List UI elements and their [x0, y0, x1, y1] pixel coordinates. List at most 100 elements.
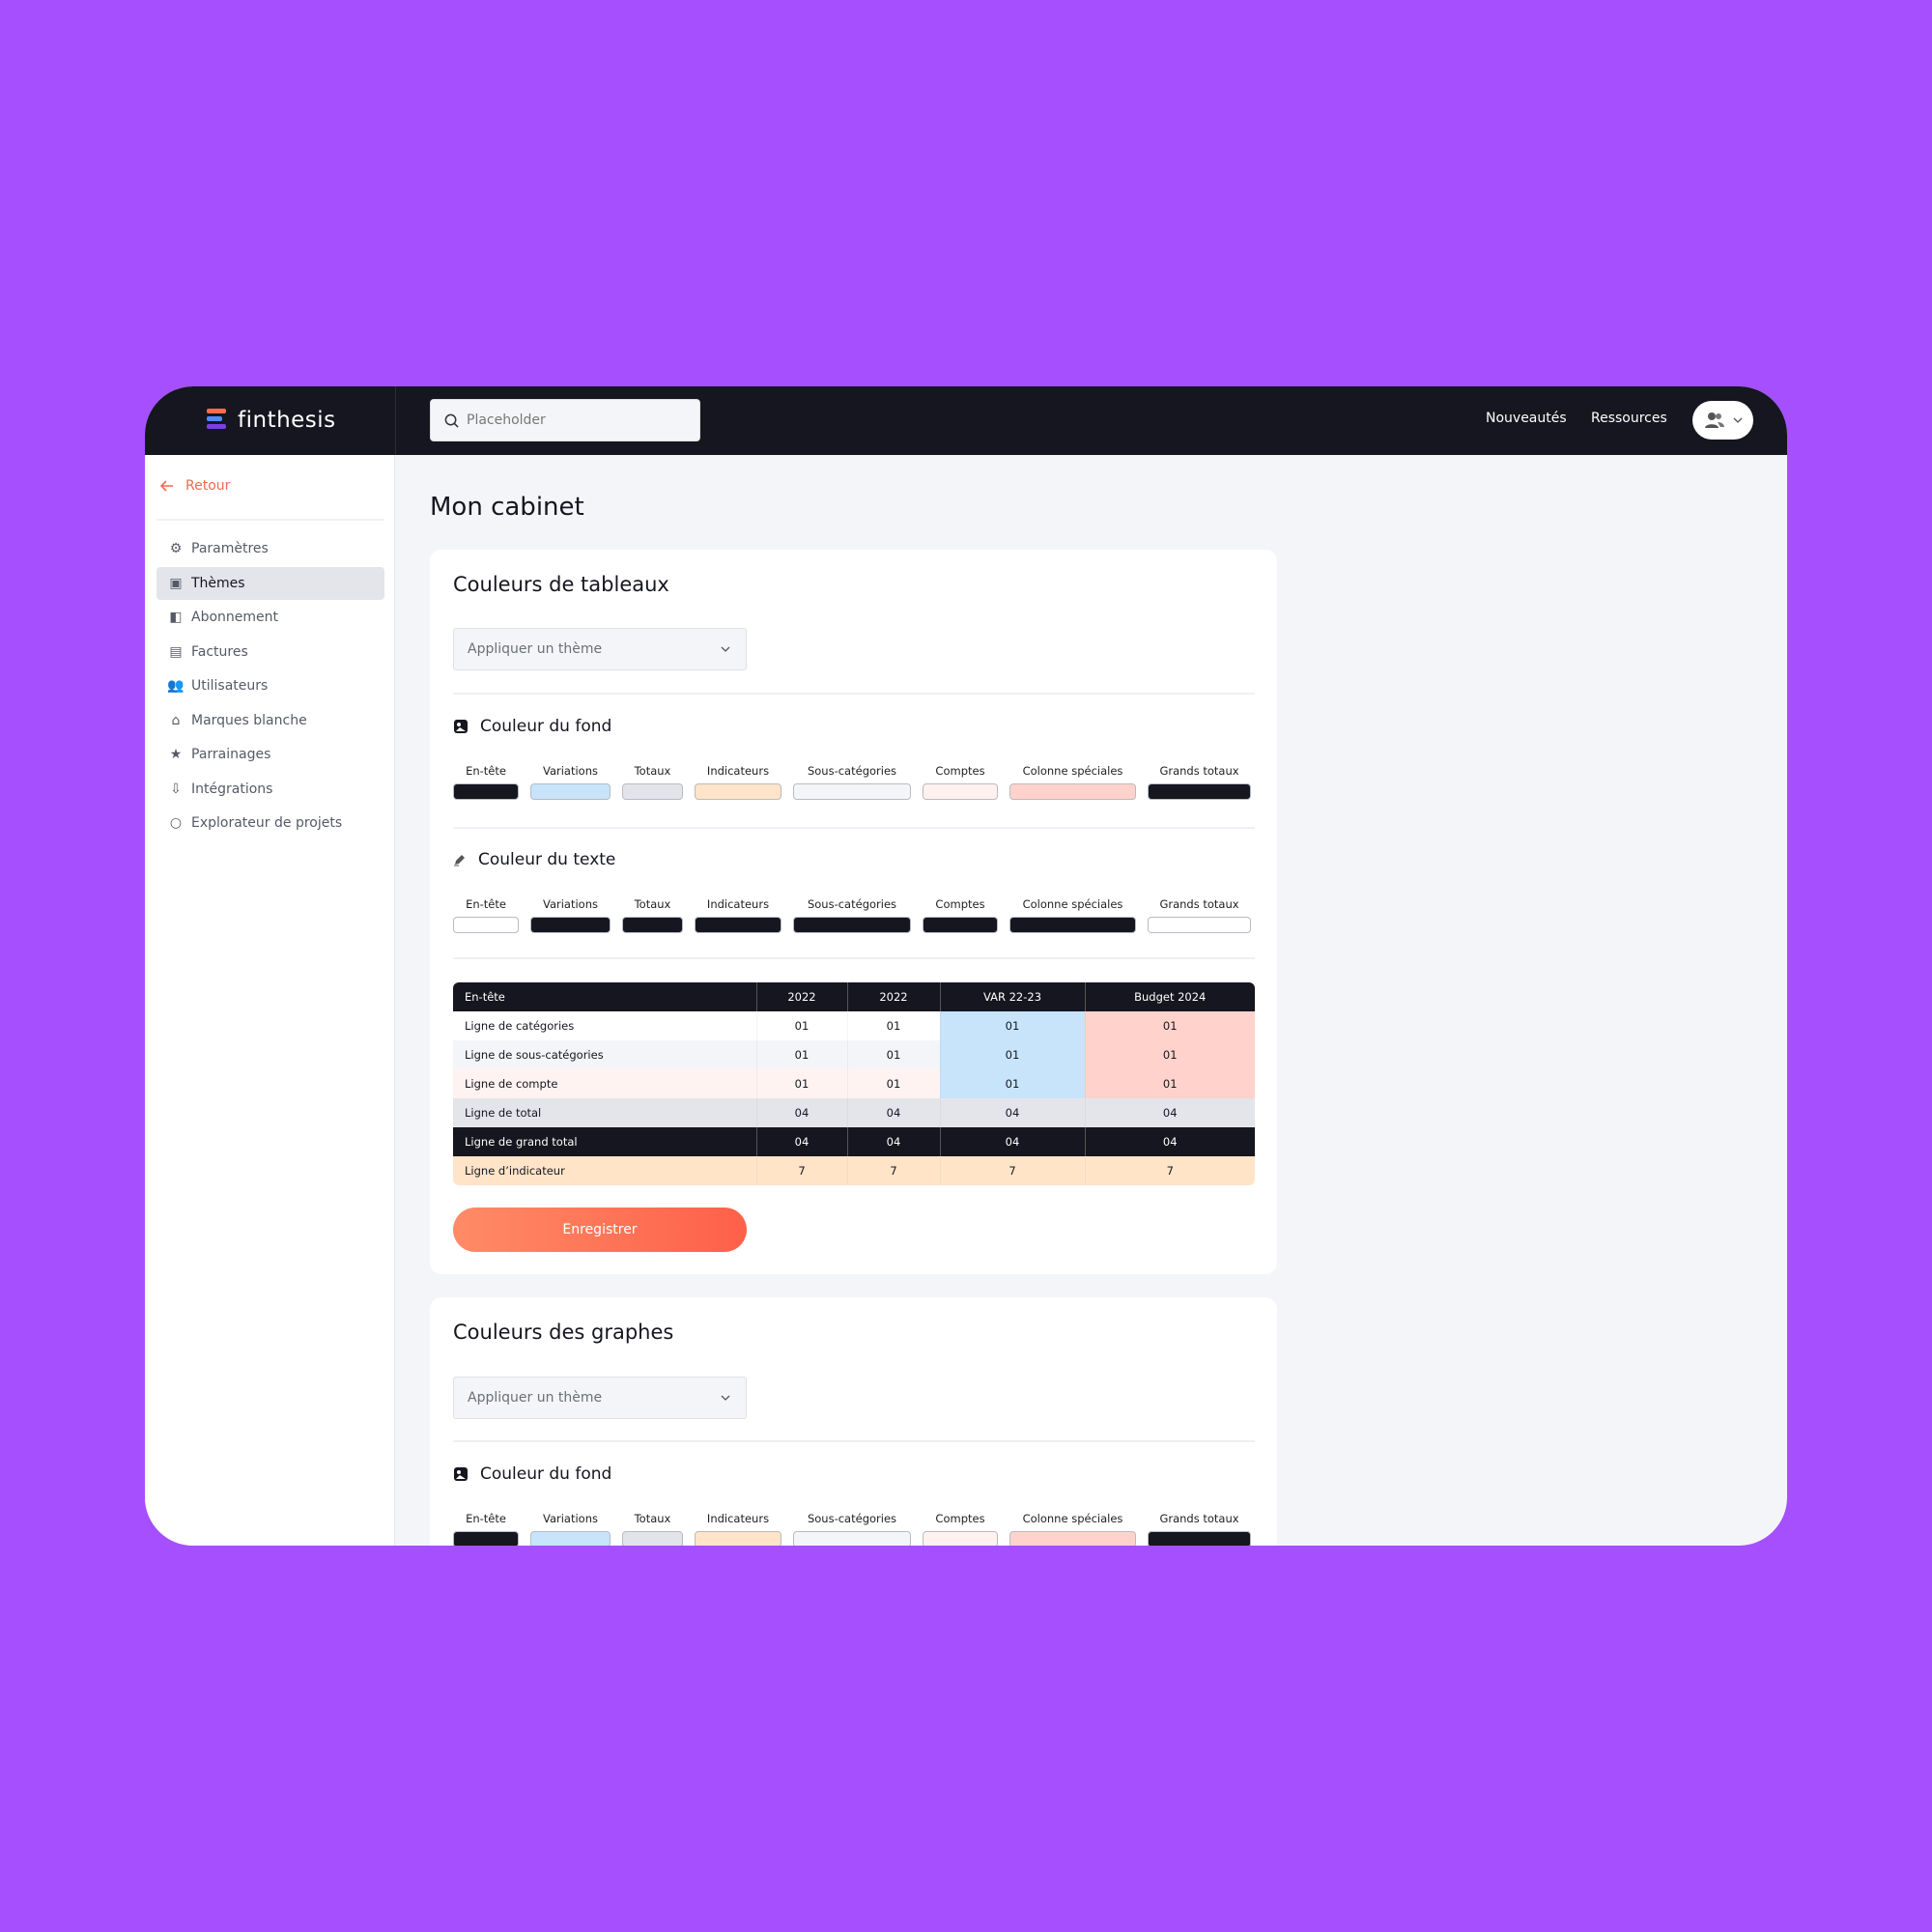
swatch-label: Indicateurs: [706, 764, 770, 778]
swatch-color[interactable]: [923, 917, 998, 933]
color-swatch[interactable]: Colonne spéciales: [1009, 897, 1136, 933]
save-button[interactable]: Enregistrer: [453, 1208, 747, 1252]
dropdown-value: Appliquer un thème: [468, 641, 603, 657]
table-row: Ligne de compte 01 01 01 01: [453, 1069, 1255, 1098]
table-cell: 01: [1084, 1069, 1255, 1098]
swatch-color[interactable]: [1148, 1531, 1251, 1546]
download-icon: ⇩: [170, 781, 182, 797]
sidebar-item-parrainages[interactable]: ★ Parrainages: [156, 738, 384, 771]
back-link[interactable]: Retour: [160, 478, 230, 494]
logo-icon: [207, 409, 228, 432]
swatch-label: Colonne spéciales: [1022, 1512, 1123, 1525]
swatch-color[interactable]: [923, 1531, 998, 1546]
swatch-color[interactable]: [793, 1531, 911, 1546]
swatch-label: Sous-catégories: [807, 1512, 897, 1525]
sidebar-item-int-grations[interactable]: ⇩ Intégrations: [156, 773, 384, 806]
bg-color-heading: Couleur du fond: [453, 1464, 611, 1484]
color-swatch[interactable]: Variations: [530, 1512, 611, 1546]
swatch-label: Grands totaux: [1159, 1512, 1239, 1525]
sidebar-item-marques-blanche[interactable]: ⌂ Marques blanche: [156, 704, 384, 737]
table-cell: 01: [1084, 1040, 1255, 1069]
swatch-color[interactable]: [530, 783, 611, 800]
color-swatch[interactable]: Sous-catégories: [793, 764, 911, 800]
swatch-color[interactable]: [695, 1531, 781, 1546]
sidebar-item-label: Paramètres: [191, 541, 269, 556]
sidebar-item-label: Intégrations: [191, 781, 273, 797]
color-swatch[interactable]: Sous-catégories: [793, 897, 911, 933]
swatch-color[interactable]: [622, 917, 683, 933]
logo[interactable]: finthesis: [207, 408, 336, 433]
app-window: finthesis Nouveautés Ressources Retour ⚙…: [145, 386, 1787, 1546]
swatch-color[interactable]: [530, 917, 611, 933]
swatch-label: Colonne spéciales: [1022, 897, 1123, 911]
theme-dropdown[interactable]: Appliquer un thème: [453, 628, 747, 670]
color-swatch[interactable]: Totaux: [622, 897, 683, 933]
row-label: Ligne d’indicateur: [465, 1164, 565, 1178]
swatch-label: Sous-catégories: [807, 764, 897, 778]
sidebar-item-utilisateurs[interactable]: 👥 Utilisateurs: [156, 669, 384, 702]
table-cell: 04: [846, 1127, 940, 1156]
color-swatch[interactable]: Comptes: [923, 1512, 998, 1546]
swatch-label: Totaux: [634, 764, 671, 778]
color-swatch[interactable]: Grands totaux: [1148, 897, 1251, 933]
users-icon: 👥: [167, 678, 185, 694]
color-swatch[interactable]: Variations: [530, 897, 611, 933]
swatch-color[interactable]: [1009, 1531, 1136, 1546]
search-box[interactable]: [430, 399, 700, 441]
color-swatch[interactable]: Sous-catégories: [793, 1512, 911, 1546]
swatch-label: Totaux: [634, 1512, 671, 1525]
table-cell: 01: [846, 1011, 940, 1040]
swatch-color[interactable]: [793, 783, 911, 800]
swatch-color[interactable]: [923, 783, 998, 800]
color-swatch[interactable]: Indicateurs: [695, 1512, 781, 1546]
sidebar-item-factures[interactable]: ▤ Factures: [156, 636, 384, 668]
color-swatch[interactable]: En-tête: [453, 1512, 519, 1546]
color-swatch[interactable]: Totaux: [622, 764, 683, 800]
swatch-color[interactable]: [530, 1531, 611, 1546]
sidebar-item-explorateur-de-projets[interactable]: ○ Explorateur de projets: [156, 807, 384, 839]
swatch-color[interactable]: [793, 917, 911, 933]
search-input[interactable]: [467, 412, 689, 428]
swatch-color[interactable]: [622, 1531, 683, 1546]
color-swatch[interactable]: Indicateurs: [695, 897, 781, 933]
chevron-down-icon: [1733, 417, 1742, 423]
color-swatch[interactable]: Comptes: [923, 897, 998, 933]
bg-color-heading: Couleur du fond: [453, 717, 611, 736]
top-bar: finthesis Nouveautés Ressources: [145, 386, 1787, 455]
swatch-color[interactable]: [1009, 783, 1136, 800]
swatch-color[interactable]: [1148, 917, 1251, 933]
swatch-color[interactable]: [695, 783, 781, 800]
swatch-color[interactable]: [695, 917, 781, 933]
sidebar-item-label: Factures: [191, 643, 248, 660]
swatch-label: Grands totaux: [1159, 764, 1239, 778]
swatch-color[interactable]: [453, 783, 519, 800]
color-swatch[interactable]: Comptes: [923, 764, 998, 800]
swatch-color[interactable]: [1148, 783, 1251, 800]
color-swatch[interactable]: Variations: [530, 764, 611, 800]
color-swatch[interactable]: Totaux: [622, 1512, 683, 1546]
image-icon: [454, 1467, 468, 1481]
color-swatch[interactable]: Grands totaux: [1148, 764, 1251, 800]
sidebar-item-param-tres[interactable]: ⚙ Paramètres: [156, 532, 384, 565]
sidebar-item-label: Marques blanche: [191, 712, 307, 728]
color-swatch[interactable]: Indicateurs: [695, 764, 781, 800]
sidebar-item-abonnement[interactable]: ◧ Abonnement: [156, 601, 384, 634]
swatch-color[interactable]: [453, 1531, 519, 1546]
swatch-color[interactable]: [1009, 917, 1136, 933]
user-menu-button[interactable]: [1692, 401, 1753, 440]
arrow-left-icon: [160, 480, 173, 492]
color-swatch[interactable]: Colonne spéciales: [1009, 1512, 1136, 1546]
swatch-label: Comptes: [935, 764, 985, 778]
swatch-color[interactable]: [453, 917, 519, 933]
swatch-label: En-tête: [466, 897, 506, 911]
chevron-down-icon: [721, 646, 730, 652]
theme-dropdown[interactable]: Appliquer un thème: [453, 1377, 747, 1419]
nav-nouveautes[interactable]: Nouveautés: [1486, 411, 1567, 426]
color-swatch[interactable]: Colonne spéciales: [1009, 764, 1136, 800]
color-swatch[interactable]: Grands totaux: [1148, 1512, 1251, 1546]
color-swatch[interactable]: En-tête: [453, 764, 519, 800]
color-swatch[interactable]: En-tête: [453, 897, 519, 933]
nav-ressources[interactable]: Ressources: [1591, 411, 1667, 426]
swatch-color[interactable]: [622, 783, 683, 800]
sidebar-item-th-mes[interactable]: ▣ Thèmes: [156, 566, 384, 600]
